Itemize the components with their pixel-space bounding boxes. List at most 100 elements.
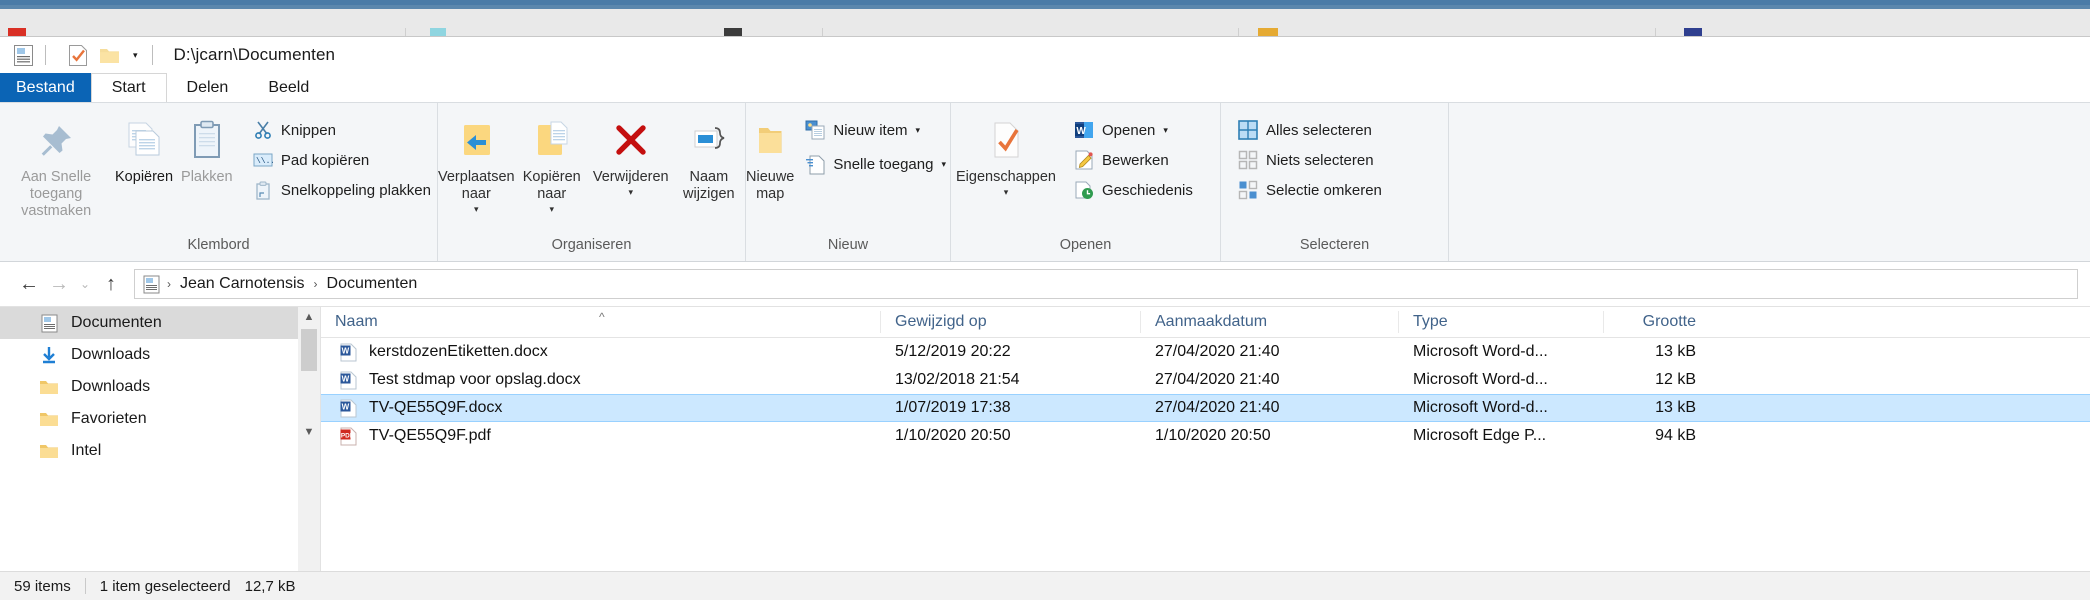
copy-to-button[interactable]: Kopiëren naar ▾ xyxy=(515,110,589,218)
select-none-icon xyxy=(1237,150,1259,170)
properties-checkmark-icon[interactable] xyxy=(65,42,91,68)
status-selection-size: 12,7 kB xyxy=(245,578,310,595)
back-arrow-icon[interactable]: ← xyxy=(14,269,44,299)
file-name-cell[interactable]: W TV-QE55Q9F.docx xyxy=(321,397,881,419)
breadcrumb-item-documenten[interactable]: Documenten xyxy=(323,275,422,293)
file-size-cell: 13 kB xyxy=(1604,399,1714,417)
documents-icon xyxy=(143,275,160,294)
background-window-strip xyxy=(0,0,2090,36)
copy-path-button[interactable]: \\... Pad kopiëren xyxy=(246,148,437,172)
table-row[interactable]: W TV-QE55Q9F.docx 1/07/2019 17:38 27/04/… xyxy=(321,394,2090,422)
folder-yellow-icon xyxy=(36,440,62,462)
sidebar-item-downloads-library[interactable]: Downloads xyxy=(0,339,320,371)
ribbon: Aan Snelle toegang vastmaken Kopiëren xyxy=(0,102,2090,262)
documents-icon xyxy=(36,312,62,334)
table-row[interactable]: W kerstdozenEtiketten.docx 5/12/2019 20:… xyxy=(321,338,2090,366)
openen-small-commands: W Openen ▾ xyxy=(1067,110,1199,202)
copy-to-caret[interactable]: ▾ xyxy=(549,201,554,218)
quick-access-caret[interactable]: ▾ xyxy=(941,159,946,170)
open-button[interactable]: W Openen ▾ xyxy=(1067,118,1199,142)
column-header-grootte[interactable]: Grootte xyxy=(1604,311,1714,333)
file-name-label: TV-QE55Q9F.pdf xyxy=(369,427,491,445)
file-created-cell: 27/04/2020 21:40 xyxy=(1141,399,1399,417)
paste-shortcut-button[interactable]: Snelkoppeling plakken xyxy=(246,178,437,202)
table-row[interactable]: PDF TV-QE55Q9F.pdf 1/10/2020 20:50 1/10/… xyxy=(321,422,2090,450)
pin-to-quick-access-button[interactable]: Aan Snelle toegang vastmaken xyxy=(0,110,112,220)
ribbon-group-label-selecteren: Selecteren xyxy=(1221,235,1448,261)
scroll-up-arrow-icon[interactable]: ▲ xyxy=(304,307,315,327)
properties-caret[interactable]: ▾ xyxy=(1004,184,1009,201)
file-type-cell: Microsoft Word-d... xyxy=(1399,343,1604,361)
new-item-button[interactable]: Nieuw item ▾ xyxy=(798,118,952,142)
file-name-cell[interactable]: PDF TV-QE55Q9F.pdf xyxy=(321,425,881,447)
navigation-scrollbar[interactable]: ▲ ▼ xyxy=(298,307,320,572)
scroll-down-arrow-icon[interactable]: ▼ xyxy=(304,422,315,442)
new-folder-icon[interactable] xyxy=(97,42,123,68)
sidebar-item-intel[interactable]: Intel xyxy=(0,435,320,467)
recent-locations-icon[interactable]: ⌄ xyxy=(74,269,96,299)
new-folder-icon xyxy=(748,116,792,166)
edit-button[interactable]: Bewerken xyxy=(1067,148,1199,172)
open-caret[interactable]: ▾ xyxy=(1163,125,1168,136)
file-size-cell: 12 kB xyxy=(1604,371,1714,389)
tab-beeld[interactable]: Beeld xyxy=(248,73,329,102)
delete-caret[interactable]: ▾ xyxy=(628,184,633,201)
sidebar-item-documenten[interactable]: Documenten xyxy=(0,307,320,339)
invert-selection-button[interactable]: Selectie omkeren xyxy=(1231,178,1388,202)
select-all-icon xyxy=(1237,120,1259,140)
new-item-caret[interactable]: ▾ xyxy=(916,125,921,136)
forward-arrow-icon[interactable]: → xyxy=(44,269,74,299)
copy-button[interactable]: Kopiëren xyxy=(112,110,176,186)
toolbar-divider xyxy=(152,45,153,65)
edit-pencil-icon xyxy=(1073,150,1095,170)
sidebar-item-label: Intel xyxy=(71,442,101,460)
new-item-icon xyxy=(804,120,826,140)
sidebar-item-downloads-folder[interactable]: Downloads xyxy=(0,371,320,403)
scrollbar-thumb[interactable] xyxy=(301,329,317,371)
word-doc-icon: W xyxy=(337,369,359,391)
rename-label: Naam wijzigen xyxy=(683,169,735,203)
quick-access-toolbar: ▾ D:\jcarn\Documenten xyxy=(0,37,2090,73)
chevron-down-icon[interactable]: ▾ xyxy=(133,50,138,61)
file-name-cell[interactable]: W kerstdozenEtiketten.docx xyxy=(321,341,881,363)
tab-delen[interactable]: Delen xyxy=(167,73,249,102)
delete-button[interactable]: Verwijderen ▾ xyxy=(589,110,673,201)
bg-separator xyxy=(405,28,406,36)
select-all-button[interactable]: Alles selecteren xyxy=(1231,118,1388,142)
select-none-button[interactable]: Niets selecteren xyxy=(1231,148,1388,172)
cut-button[interactable]: Knippen xyxy=(246,118,437,142)
sidebar-item-favorieten[interactable]: Favorieten xyxy=(0,403,320,435)
column-header-aanmaakdatum[interactable]: Aanmaakdatum xyxy=(1141,311,1399,333)
tab-bestand[interactable]: Bestand xyxy=(0,73,91,102)
new-folder-button[interactable]: Nieuwe map xyxy=(746,110,794,203)
svg-text:\\...: \\... xyxy=(256,157,273,166)
move-to-button[interactable]: Verplaatsen naar ▾ xyxy=(438,110,515,218)
table-row[interactable]: W Test stdmap voor opslag.docx 13/02/201… xyxy=(321,366,2090,394)
breadcrumb[interactable]: › Jean Carnotensis › Documenten xyxy=(134,269,2078,299)
tab-start[interactable]: Start xyxy=(91,73,167,102)
history-icon xyxy=(1073,180,1095,200)
quick-access-button[interactable]: Snelle toegang ▾ xyxy=(798,152,952,176)
paste-button[interactable]: Plakken xyxy=(176,110,238,186)
status-bar: 59 items 1 item geselecteerd 12,7 kB xyxy=(0,571,2090,600)
move-to-caret[interactable]: ▾ xyxy=(474,201,479,218)
history-label: Geschiedenis xyxy=(1102,182,1193,199)
file-explorer-window: ▾ D:\jcarn\Documenten Bestand Start Dele… xyxy=(0,0,2090,599)
copy-icon xyxy=(122,116,166,166)
file-size-cell: 13 kB xyxy=(1604,343,1714,361)
column-header-type[interactable]: Type xyxy=(1399,311,1604,333)
folder-yellow-icon xyxy=(36,376,62,398)
quick-access-icon xyxy=(804,154,826,174)
delete-x-icon xyxy=(609,116,653,166)
move-to-folder-icon xyxy=(453,116,499,166)
edit-label: Bewerken xyxy=(1102,152,1169,169)
rename-button[interactable]: Naam wijzigen xyxy=(673,110,745,203)
breadcrumb-item-user[interactable]: Jean Carnotensis xyxy=(176,275,309,293)
file-name-cell[interactable]: W Test stdmap voor opslag.docx xyxy=(321,369,881,391)
ribbon-group-label-klembord: Klembord xyxy=(0,235,437,261)
column-header-gewijzigd-op[interactable]: Gewijzigd op xyxy=(881,311,1141,333)
copy-path-label: Pad kopiëren xyxy=(281,152,369,169)
history-button[interactable]: Geschiedenis xyxy=(1067,178,1199,202)
properties-button[interactable]: Eigenschappen ▾ xyxy=(951,110,1061,201)
up-arrow-icon[interactable]: ↑ xyxy=(96,269,126,299)
